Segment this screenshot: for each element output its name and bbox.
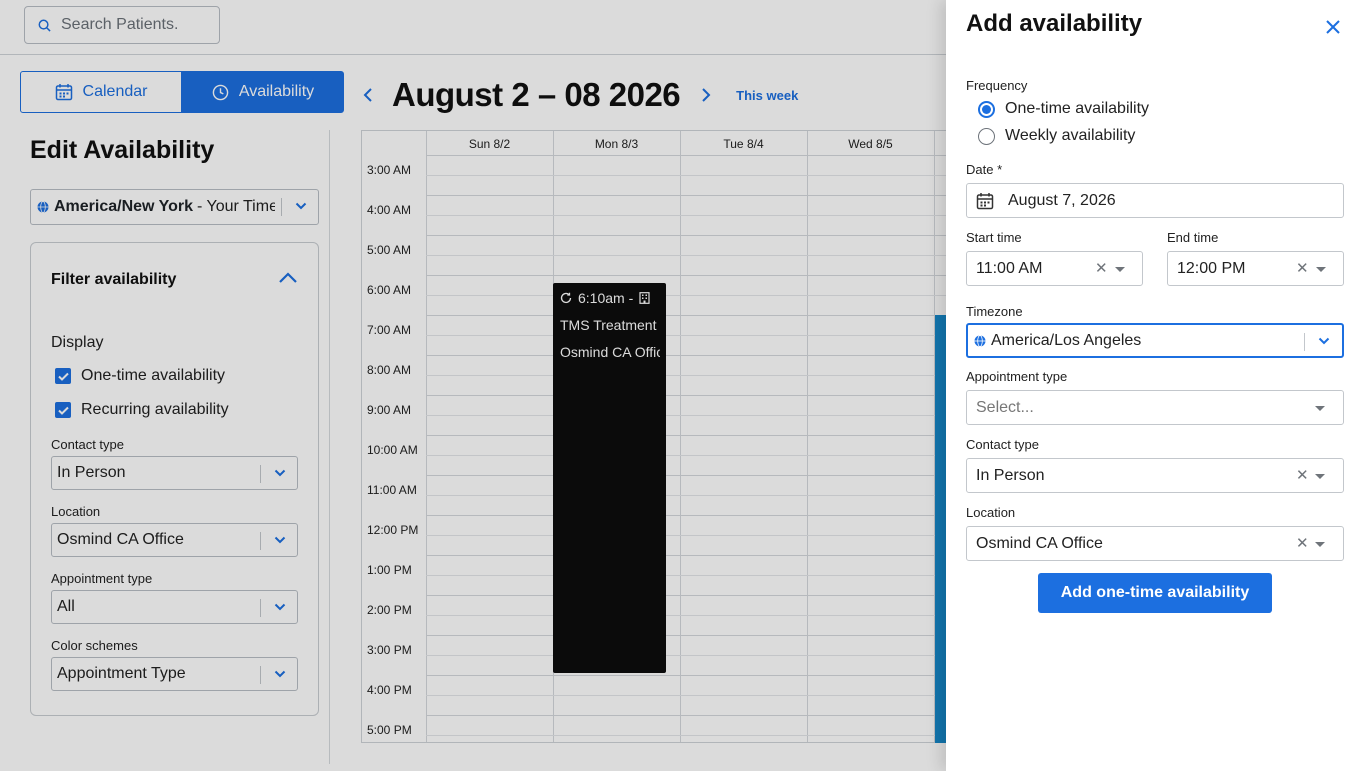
appointment-type-placeholder: Select... [976, 398, 1034, 416]
start-time-value: 11:00 AM [976, 259, 1043, 277]
end-time-label: End time [1167, 230, 1219, 245]
caret-down-icon [1315, 542, 1325, 547]
close-icon [1326, 20, 1340, 34]
caret-down-icon [1115, 267, 1125, 272]
select-separator [1304, 333, 1305, 351]
close-button[interactable] [1324, 18, 1342, 36]
clear-icon[interactable]: ✕ [1296, 259, 1309, 277]
end-time-select[interactable]: 12:00 PM ✕ [1167, 251, 1344, 286]
end-time-value: 12:00 PM [1177, 259, 1246, 277]
globe-icon [974, 334, 986, 347]
timezone-value: America/Los Angeles [991, 331, 1142, 349]
appointment-type-select[interactable]: Select... [966, 390, 1344, 425]
add-availability-drawer: Add availability Frequency One-time avai… [946, 0, 1360, 771]
timezone-label: Timezone [966, 304, 1023, 319]
drawer-title: Add availability [966, 10, 1143, 37]
caret-down-icon [1315, 406, 1325, 411]
radio-label: Weekly availability [1005, 127, 1136, 144]
caret-down-icon [1315, 474, 1325, 479]
chevron-down-icon [1318, 337, 1330, 345]
calendar-icon [976, 192, 994, 209]
frequency-label: Frequency [966, 78, 1028, 93]
add-one-time-availability-button[interactable]: Add one-time availability [1038, 573, 1272, 613]
contact-type-select[interactable]: In Person ✕ [966, 458, 1344, 493]
clear-icon[interactable]: ✕ [1296, 466, 1309, 484]
clear-icon[interactable]: ✕ [1095, 259, 1108, 277]
modal-backdrop[interactable] [0, 0, 946, 771]
one-time-radio[interactable]: One-time availability [978, 100, 1149, 118]
date-value: August 7, 2026 [1008, 191, 1116, 209]
contact-type-label: Contact type [966, 437, 1039, 452]
radio-selected-icon [978, 100, 995, 118]
radio-label: One-time availability [1005, 100, 1150, 117]
radio-unselected-icon [978, 127, 995, 145]
contact-type-value: In Person [976, 466, 1045, 484]
appointment-type-label: Appointment type [966, 369, 1068, 384]
date-field[interactable]: August 7, 2026 [966, 183, 1344, 218]
timezone-select[interactable]: America/Los Angeles [966, 323, 1344, 358]
weekly-radio[interactable]: Weekly availability [978, 127, 1135, 145]
caret-down-icon [1316, 267, 1326, 272]
location-label: Location [966, 505, 1016, 520]
date-label: Date * [966, 162, 1003, 177]
clear-icon[interactable]: ✕ [1296, 534, 1309, 552]
start-time-select[interactable]: 11:00 AM ✕ [966, 251, 1143, 286]
start-time-label: Start time [966, 230, 1022, 245]
location-value: Osmind CA Office [976, 534, 1103, 552]
location-select[interactable]: Osmind CA Office ✕ [966, 526, 1344, 561]
